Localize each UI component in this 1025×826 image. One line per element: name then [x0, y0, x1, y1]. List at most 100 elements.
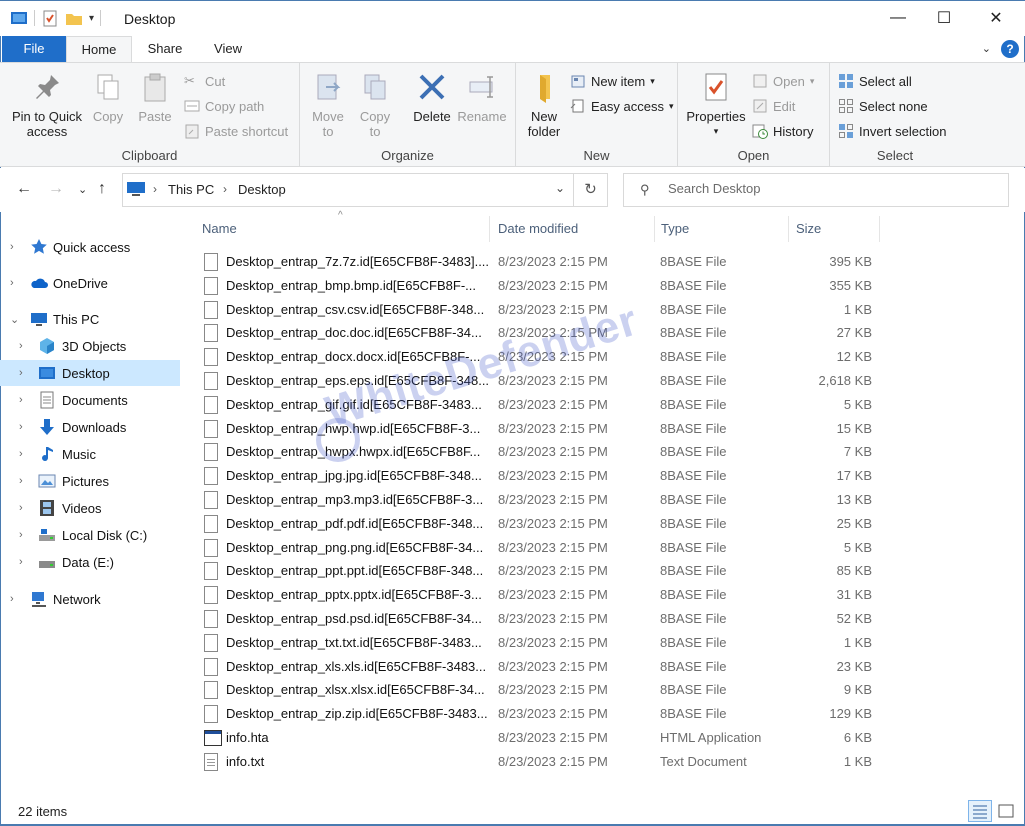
tab-home[interactable]: Home — [66, 36, 132, 62]
expand-chevron-icon[interactable]: › — [19, 475, 23, 487]
column-divider[interactable] — [879, 216, 880, 242]
nav-item-3d-objects[interactable]: › 3D Objects — [0, 333, 180, 359]
column-header-type[interactable]: Type — [661, 212, 781, 246]
file-row[interactable]: info.hta 8/23/2023 2:15 PM HTML Applicatio… — [200, 726, 880, 750]
open-button[interactable]: Open ▾ — [752, 71, 814, 91]
expand-chevron-icon[interactable]: › — [19, 448, 23, 460]
column-divider[interactable] — [788, 216, 789, 242]
nav-item-quick-access[interactable]: › Quick access — [0, 234, 180, 260]
expand-chevron-icon[interactable]: › — [19, 421, 23, 433]
file-row[interactable]: Desktop_entrap_xls.xls.id[E65CFB8F-3483.… — [200, 655, 880, 679]
customize-qat-icon[interactable]: ▾ — [89, 13, 94, 24]
file-row[interactable]: Desktop_entrap_gif.gif.id[E65CFB8F-3483.… — [200, 393, 880, 417]
properties-button[interactable]: Properties ▾ — [684, 71, 748, 139]
properties-checkmark-icon[interactable] — [41, 9, 59, 27]
tab-view[interactable]: View — [198, 36, 258, 62]
nav-item-onedrive[interactable]: › OneDrive — [0, 270, 180, 296]
delete-button[interactable]: Delete — [408, 71, 456, 124]
nav-item-local-disk[interactable]: › Local Disk (C:) — [0, 522, 180, 548]
column-header-name[interactable]: Name — [202, 212, 488, 246]
refresh-icon[interactable]: ↻ — [573, 174, 607, 206]
search-input[interactable] — [668, 181, 988, 196]
pin-to-quick-access-button[interactable]: Pin to Quick access — [6, 71, 88, 139]
copy-to-button[interactable]: Copy to — [354, 71, 396, 139]
explorer-window-icon[interactable] — [10, 9, 28, 27]
file-row[interactable]: Desktop_entrap_ppt.ppt.id[E65CFB8F-348..… — [200, 559, 880, 583]
column-divider[interactable] — [654, 216, 655, 242]
nav-item-data-e[interactable]: › Data (E:) — [0, 549, 180, 575]
breadcrumb-this-pc[interactable]: This PC — [168, 182, 214, 197]
history-button[interactable]: History — [752, 121, 813, 141]
collapse-ribbon-icon[interactable]: ⌄ — [982, 42, 991, 55]
new-folder-icon[interactable] — [65, 9, 83, 27]
edit-button[interactable]: Edit — [752, 96, 795, 116]
new-folder-button[interactable]: New folder — [522, 71, 566, 139]
nav-item-documents[interactable]: › Documents — [0, 387, 180, 413]
expand-chevron-icon[interactable]: › — [19, 502, 23, 514]
file-row[interactable]: Desktop_entrap_psd.psd.id[E65CFB8F-34...… — [200, 607, 880, 631]
nav-item-music[interactable]: › Music — [0, 441, 180, 467]
up-arrow-icon[interactable]: ↑ — [98, 180, 106, 198]
file-row[interactable]: Desktop_entrap_7z.7z.id[E65CFB8F-3483]..… — [200, 250, 880, 274]
paste-button[interactable]: Paste — [134, 71, 176, 124]
expand-chevron-icon[interactable]: › — [10, 277, 14, 289]
copy-button[interactable]: Copy — [88, 71, 128, 124]
new-item-button[interactable]: New item ▾ — [570, 71, 655, 91]
maximize-button[interactable]: ☐ — [921, 1, 967, 35]
file-row[interactable]: Desktop_entrap_mp3.mp3.id[E65CFB8F-3... 8… — [200, 488, 880, 512]
rename-button[interactable]: Rename — [456, 71, 508, 124]
expand-chevron-icon[interactable]: › — [19, 394, 23, 406]
nav-item-this-pc[interactable]: ⌄ This PC — [0, 306, 180, 332]
file-row[interactable]: Desktop_entrap_jpg.jpg.id[E65CFB8F-348..… — [200, 464, 880, 488]
invert-selection-button[interactable]: Invert selection — [838, 121, 946, 141]
expand-chevron-icon[interactable]: › — [19, 367, 23, 379]
easy-access-button[interactable]: Easy access ▾ — [570, 96, 674, 116]
address-bar[interactable]: › This PC › Desktop ⌄ ↻ — [122, 173, 608, 207]
recent-locations-icon[interactable]: ⌄ — [78, 183, 87, 196]
forward-arrow-icon[interactable]: → — [48, 180, 64, 198]
file-row[interactable]: Desktop_entrap_txt.txt.id[E65CFB8F-3483.… — [200, 631, 880, 655]
large-icons-view-button[interactable] — [994, 800, 1018, 822]
paste-shortcut-button[interactable]: Paste shortcut — [184, 121, 288, 141]
close-button[interactable]: ✕ — [973, 1, 1019, 35]
file-row[interactable]: Desktop_entrap_hwp.hwp.id[E65CFB8F-3... 8… — [200, 417, 880, 441]
file-row[interactable]: Desktop_entrap_png.png.id[E65CFB8F-34...… — [200, 536, 880, 560]
help-icon[interactable]: ? — [1001, 40, 1019, 58]
address-dropdown-icon[interactable]: ⌄ — [555, 181, 565, 195]
breadcrumb-desktop[interactable]: Desktop — [238, 182, 286, 197]
file-row[interactable]: Desktop_entrap_xlsx.xlsx.id[E65CFB8F-34.… — [200, 678, 880, 702]
file-row[interactable]: Desktop_entrap_zip.zip.id[E65CFB8F-3483.… — [200, 702, 880, 726]
breadcrumb-separator-icon[interactable]: › — [153, 182, 157, 196]
nav-item-desktop[interactable]: › Desktop — [0, 360, 180, 386]
minimize-button[interactable]: — — [875, 1, 921, 35]
expand-chevron-icon[interactable]: › — [19, 529, 23, 541]
nav-item-downloads[interactable]: › Downloads — [0, 414, 180, 440]
select-none-button[interactable]: Select none — [838, 96, 928, 116]
tab-file[interactable]: File — [2, 36, 66, 62]
file-row[interactable]: Desktop_entrap_pdf.pdf.id[E65CFB8F-348..… — [200, 512, 880, 536]
nav-item-network[interactable]: › Network — [0, 586, 180, 612]
details-view-button[interactable] — [968, 800, 992, 822]
collapse-chevron-icon[interactable]: ⌄ — [10, 313, 19, 326]
expand-chevron-icon[interactable]: › — [19, 556, 23, 568]
file-row[interactable]: Desktop_entrap_csv.csv.id[E65CFB8F-348..… — [200, 298, 880, 322]
column-header-date[interactable]: Date modified — [498, 212, 648, 246]
nav-item-pictures[interactable]: › Pictures — [0, 468, 180, 494]
move-to-button[interactable]: Move to — [308, 71, 348, 139]
copy-path-button[interactable]: Copy path — [184, 96, 264, 116]
file-row[interactable]: Desktop_entrap_bmp.bmp.id[E65CFB8F-... 8/… — [200, 274, 880, 298]
file-row[interactable]: info.txt 8/23/2023 2:15 PM Text Document 1 … — [200, 750, 880, 774]
expand-chevron-icon[interactable]: › — [19, 340, 23, 352]
nav-item-videos[interactable]: › Videos — [0, 495, 180, 521]
breadcrumb-separator-icon[interactable]: › — [223, 182, 227, 196]
file-row[interactable]: Desktop_entrap_pptx.pptx.id[E65CFB8F-3..… — [200, 583, 880, 607]
tab-share[interactable]: Share — [132, 36, 198, 62]
select-all-button[interactable]: Select all — [838, 71, 912, 91]
expand-chevron-icon[interactable]: › — [10, 241, 14, 253]
expand-chevron-icon[interactable]: › — [10, 593, 14, 605]
search-box[interactable]: ⚲ — [623, 173, 1009, 207]
back-arrow-icon[interactable]: ← — [16, 180, 32, 198]
column-header-size[interactable]: Size — [796, 212, 876, 246]
file-row[interactable]: Desktop_entrap_hwpx.hwpx.id[E65CFB8F... 8… — [200, 440, 880, 464]
cut-button[interactable]: ✂ Cut — [184, 71, 225, 91]
